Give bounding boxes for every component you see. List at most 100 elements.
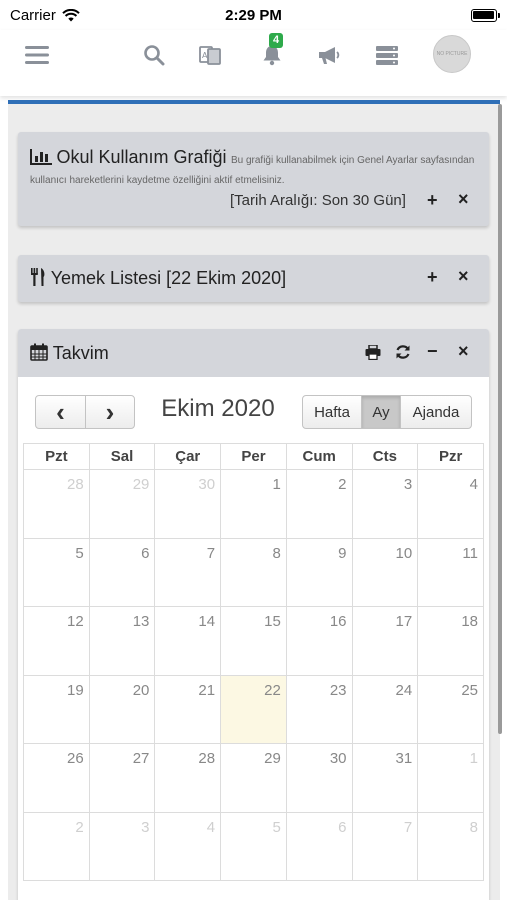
avatar[interactable]: NO PICTURE [433, 35, 471, 73]
bar-chart-icon [30, 149, 52, 165]
top-navbar: A 4 NO PICTURE [0, 30, 507, 96]
print-icon[interactable] [365, 344, 381, 364]
svg-text:A: A [202, 51, 208, 60]
calendar-close-button[interactable]: × [458, 341, 469, 362]
day-cell[interactable]: 25 [417, 674, 484, 744]
weekday-header: Cum [285, 443, 353, 470]
week-row: 19 20 21 22 23 24 25 [23, 674, 484, 744]
page-scrollbar[interactable] [498, 104, 502, 734]
day-cell[interactable]: 20 [88, 674, 156, 744]
meal-close-button[interactable]: × [458, 266, 469, 287]
day-cell[interactable]: 27 [88, 743, 156, 813]
day-cell[interactable]: 5 [23, 537, 90, 607]
meal-list-panel: Yemek Listesi [22 Ekim 2020] + × [18, 255, 489, 302]
day-cell[interactable]: 17 [351, 606, 419, 676]
day-cell[interactable]: 1 [220, 469, 287, 539]
day-cell[interactable]: 1 [417, 743, 484, 813]
calendar-panel-header: Takvim − × [18, 329, 489, 377]
day-cell[interactable]: 30 [154, 469, 222, 539]
day-cell[interactable]: 28 [23, 469, 90, 539]
carrier-label: Carrier [10, 6, 56, 24]
day-cell[interactable]: 16 [285, 606, 353, 676]
calendar-icon [30, 343, 48, 361]
day-cell[interactable]: 10 [351, 537, 419, 607]
calendar-grid: Pzt Sal Çar Per Cum Cts Pzr 28 29 30 1 2… [23, 443, 484, 881]
day-cell[interactable]: 30 [285, 743, 353, 813]
view-agenda-button[interactable]: Ajanda [400, 395, 472, 429]
week-row: 28 29 30 1 2 3 4 [23, 469, 484, 539]
day-cell[interactable]: 18 [417, 606, 484, 676]
usage-chart-panel: Okul Kullanım Grafiği Bu grafiği kullana… [18, 132, 489, 226]
day-cell[interactable]: 19 [23, 674, 90, 744]
day-cell[interactable]: 13 [88, 606, 156, 676]
day-cell[interactable]: 3 [88, 811, 156, 881]
week-row: 2 3 4 5 6 7 8 [23, 811, 484, 881]
status-left: Carrier [10, 7, 160, 24]
today-cell[interactable]: 22 [220, 674, 287, 744]
day-cell[interactable]: 21 [154, 674, 222, 744]
status-time: 2:29 PM [225, 6, 282, 24]
usage-add-button[interactable]: + [427, 190, 438, 211]
search-icon[interactable] [141, 42, 167, 68]
avatar-text: NO PICTURE [436, 51, 468, 57]
status-right [347, 8, 500, 22]
day-cell[interactable]: 4 [154, 811, 222, 881]
day-cell[interactable]: 6 [285, 811, 353, 881]
usage-close-button[interactable]: × [458, 189, 469, 210]
date-range-label[interactable]: [Tarih Aralığı: Son 30 Gün] [230, 192, 406, 209]
calendar-panel: Takvim − × ‹ › Ekim 2020 Hafta Ay Ajanda… [18, 329, 489, 900]
week-row: 12 13 14 15 16 17 18 [23, 606, 484, 676]
day-cell[interactable]: 2 [285, 469, 353, 539]
day-cell[interactable]: 11 [417, 537, 484, 607]
wifi-icon [62, 8, 80, 21]
day-cell[interactable]: 15 [220, 606, 287, 676]
day-cell[interactable]: 2 [23, 811, 90, 881]
meal-add-button[interactable]: + [427, 267, 438, 288]
next-month-button[interactable]: › [85, 395, 135, 429]
server-icon[interactable] [374, 42, 400, 68]
day-cell[interactable]: 12 [23, 606, 90, 676]
weekday-header: Pzt [23, 443, 90, 470]
week-row: 5 6 7 8 9 10 11 [23, 537, 484, 607]
cutlery-icon [31, 268, 45, 286]
menu-icon[interactable] [24, 42, 50, 68]
day-cell[interactable]: 26 [23, 743, 90, 813]
day-cell[interactable]: 9 [285, 537, 353, 607]
weekday-header: Per [220, 443, 287, 470]
battery-icon [470, 8, 500, 22]
day-cell[interactable]: 29 [220, 743, 287, 813]
megaphone-icon[interactable] [316, 42, 342, 68]
day-cell[interactable]: 23 [285, 674, 353, 744]
week-row: 26 27 28 29 30 31 1 [23, 743, 484, 813]
day-cell[interactable]: 6 [88, 537, 156, 607]
status-bar: Carrier 2:29 PM [0, 0, 507, 30]
minimize-button[interactable]: − [427, 341, 438, 362]
weekday-header: Çar [154, 443, 222, 470]
notification-badge: 4 [269, 33, 284, 48]
language-icon[interactable]: A [197, 42, 223, 68]
usage-title-line: Okul Kullanım Grafiği Bu grafiği kullana… [30, 148, 480, 190]
refresh-icon[interactable] [395, 344, 411, 364]
day-cell[interactable]: 14 [154, 606, 222, 676]
view-week-button[interactable]: Hafta [302, 395, 362, 429]
weekday-header-row: Pzt Sal Çar Per Cum Cts Pzr [23, 443, 484, 470]
weekday-header: Sal [88, 443, 156, 470]
prev-month-button[interactable]: ‹ [35, 395, 86, 429]
weekday-header: Cts [351, 443, 419, 470]
view-month-button[interactable]: Ay [361, 395, 401, 429]
day-cell[interactable]: 24 [351, 674, 419, 744]
day-cell[interactable]: 29 [88, 469, 156, 539]
day-cell[interactable]: 7 [154, 537, 222, 607]
day-cell[interactable]: 31 [351, 743, 419, 813]
month-title: Ekim 2020 [161, 395, 275, 422]
day-cell[interactable]: 7 [351, 811, 419, 881]
usage-panel-title: Okul Kullanım Grafiği [56, 147, 227, 167]
weekday-header: Pzr [417, 443, 484, 470]
day-cell[interactable]: 8 [220, 537, 287, 607]
day-cell[interactable]: 28 [154, 743, 222, 813]
day-cell[interactable]: 4 [417, 469, 484, 539]
day-cell[interactable]: 5 [220, 811, 287, 881]
meal-panel-title: Yemek Listesi [22 Ekim 2020] [50, 268, 287, 288]
day-cell[interactable]: 8 [417, 811, 484, 881]
day-cell[interactable]: 3 [351, 469, 419, 539]
